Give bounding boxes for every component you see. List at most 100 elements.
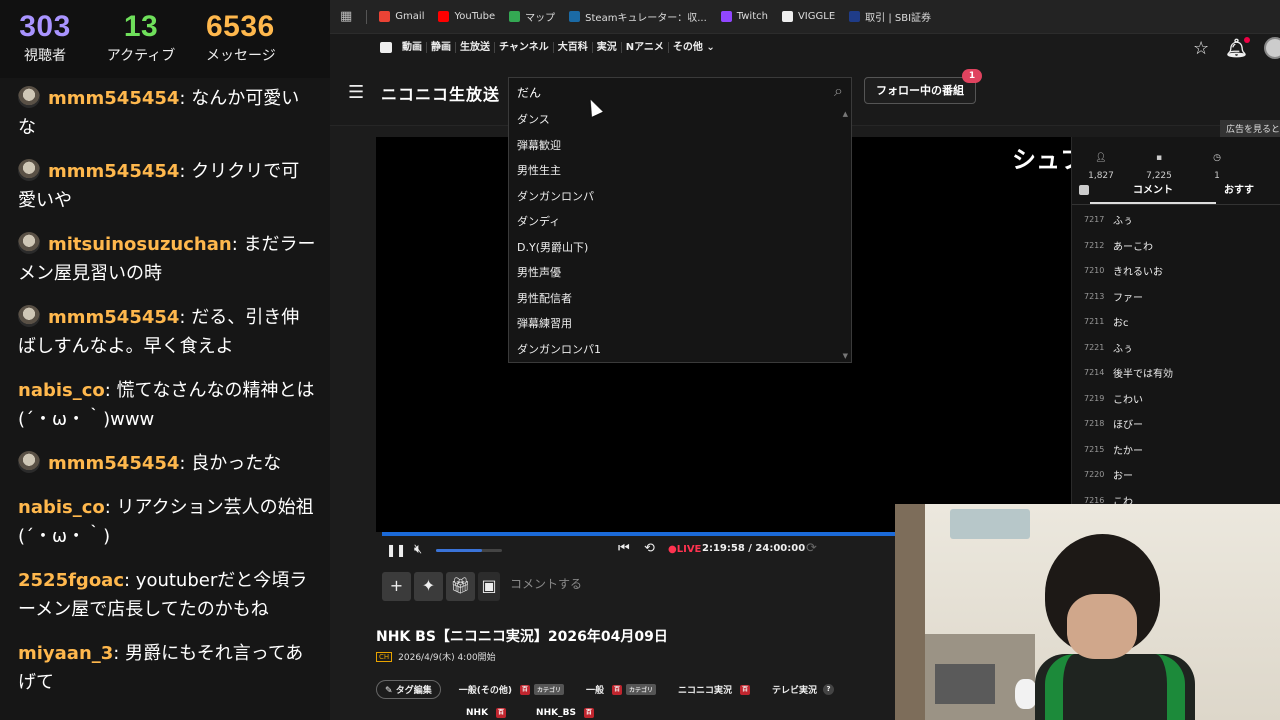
search-input-value[interactable]: だん <box>517 84 541 101</box>
stream-stats: 303 視聴者 13 アクティブ 6536 メッセージ <box>0 0 330 78</box>
suggestion-item[interactable]: 弾幕練習用 <box>509 311 851 337</box>
bookmark-item[interactable]: VIGGLE <box>781 9 835 24</box>
maps-icon <box>509 11 521 22</box>
chat-username: mmm545454 <box>48 307 180 328</box>
tag-edit-button[interactable]: ✎ タグ編集 <box>376 680 441 699</box>
rewind-icon[interactable]: ⟲ <box>644 541 655 556</box>
add-icon[interactable]: + <box>382 571 411 601</box>
comment-row[interactable]: 7212 あーこわ <box>1072 233 1280 259</box>
tab-comments[interactable]: コメント <box>1090 179 1216 204</box>
scroll-up-arrow-icon[interactable]: ▲ <box>843 110 848 118</box>
suggestion-item[interactable]: 男性生主 <box>509 158 851 184</box>
steam-icon <box>569 11 581 22</box>
chat-message: mitsuinosuzuchan: まだラーメン屋見習いの時 <box>18 230 316 288</box>
comment-row[interactable]: 7220 おー <box>1072 462 1280 488</box>
help-icon[interactable]: ? <box>823 684 835 695</box>
live-indicator[interactable]: ●LIVE <box>668 544 701 555</box>
search-input[interactable]: だん ⌕ <box>508 77 852 107</box>
bookmark-item[interactable]: 取引 | SBI証券 <box>849 9 931 24</box>
comment-row[interactable]: 7211 おc <box>1072 309 1280 335</box>
user-avatar[interactable] <box>1264 37 1280 59</box>
comment-row[interactable]: 7218 ほびー <box>1072 411 1280 437</box>
chat-username: miyaan_3 <box>18 643 114 664</box>
suggestion-item[interactable]: 男性配信者 <box>509 286 851 312</box>
dictionary-icon[interactable]: 百 <box>519 684 530 695</box>
tag-label: 一般(その他) <box>458 686 512 696</box>
suggestion-item[interactable]: ダンガンロンパ <box>509 184 851 210</box>
tab-recommend[interactable]: おすす <box>1216 179 1254 204</box>
chat-message: nabis_co: リアクション芸人の始祖(´・ω・｀) <box>18 493 316 551</box>
tag-item[interactable]: NHK 百 <box>466 708 507 718</box>
channel-badge: CH <box>376 651 393 662</box>
nav-items: 動画 静画 生放送 チャンネル 大百科 実況 Nアニメ その他 ⌄ <box>398 42 719 53</box>
comment-row[interactable]: 7210 きれるいお <box>1072 258 1280 284</box>
volume-slider[interactable] <box>436 549 502 552</box>
suggestion-item[interactable]: 弾幕歓迎 <box>509 133 851 159</box>
chat-username: nabis_co <box>18 497 105 518</box>
comment-row[interactable]: 7221 ふぅ <box>1072 335 1280 361</box>
tag-item[interactable]: テレビ実況? <box>772 683 835 696</box>
comment-text: たかー <box>1113 445 1143 457</box>
tag-item[interactable]: 一般(その他) 百カテゴリ <box>459 683 564 696</box>
nav-item[interactable]: 実況 <box>593 42 622 53</box>
following-programs-button[interactable]: フォロー中の番組 1 <box>864 69 982 104</box>
comment-row[interactable]: 7217 ふぅ <box>1072 207 1280 233</box>
comment-settings-icon[interactable]: ▣ <box>478 571 500 601</box>
nav-item[interactable]: 動画 <box>398 42 427 53</box>
scroll-down-arrow-icon[interactable]: ▼ <box>843 352 848 360</box>
bookmark-item[interactable]: マップ <box>509 9 555 24</box>
comment-row[interactable]: 7219 こわい <box>1072 386 1280 412</box>
hamburger-menu-icon[interactable]: ☰ <box>348 82 364 103</box>
bookmark-item[interactable]: YouTube <box>438 9 495 24</box>
apps-grid-icon[interactable]: ▦ <box>340 9 352 24</box>
playback-progress-bar[interactable] <box>382 532 902 536</box>
bookmark-item[interactable]: Steamキュレーター：収... <box>569 9 707 24</box>
suggestion-item[interactable]: ダンス <box>509 107 851 133</box>
comment-row[interactable]: 7215 たかー <box>1072 437 1280 463</box>
nav-item[interactable]: 静画 <box>427 42 456 53</box>
dictionary-icon[interactable]: 百 <box>583 708 594 718</box>
chat-message-list: mmm545454: なんか可愛いな mmm545454: クリクリで可愛いや mi… <box>0 78 330 697</box>
ad-note[interactable]: 広告を見ると <box>1220 120 1280 137</box>
player-controls: ❚❚ 🔇︎ ⏮︎ ⟲ ●LIVE 2:19:58 / 24:00:00 ⟳ <box>376 540 896 562</box>
memo-icon[interactable] <box>1079 185 1089 195</box>
comment-row[interactable]: 7213 ファー <box>1072 284 1280 310</box>
site-logo[interactable]: ニコニコ生放送 <box>381 81 500 105</box>
bookmark-item[interactable]: Twitch <box>720 9 768 24</box>
dictionary-icon[interactable]: 百 <box>740 684 750 695</box>
skip-back-icon[interactable]: ⏮︎ <box>618 541 630 556</box>
bookmark-item[interactable]: Gmail <box>379 9 424 24</box>
webcam-person-face <box>1067 594 1137 659</box>
comment-number: 7215 <box>1084 444 1105 454</box>
search-icon[interactable]: ⌕ <box>834 81 843 101</box>
suggestion-list: ダンス 弾幕歓迎 男性生主 ダンガンロンパ ダンディ D.Y(男爵山下) 男性声優 男性配信者… <box>509 107 851 362</box>
forward-icon[interactable]: ⟳ <box>806 541 817 556</box>
comment-row[interactable]: 7214 後半では有効 <box>1072 360 1280 386</box>
bookmark-label: Gmail <box>395 11 425 22</box>
pause-icon[interactable]: ❚❚ <box>386 543 406 557</box>
tag-item[interactable]: NHK_BS 百 <box>536 708 594 718</box>
nicoad-icon[interactable]: ✦ <box>414 571 443 601</box>
sbi-icon <box>849 11 861 22</box>
suggestion-item[interactable]: ダンディ <box>509 209 851 235</box>
bell-icon[interactable]: 🔔︎ <box>1225 36 1250 59</box>
comment-input[interactable]: コメントする <box>510 575 582 592</box>
dictionary-icon[interactable]: 百 <box>496 708 507 718</box>
star-icon[interactable]: ☆ <box>1193 38 1209 59</box>
nav-item[interactable]: Nアニメ <box>622 42 669 53</box>
tag-item[interactable]: ニコニコ実況百 <box>678 683 750 696</box>
follow-count-badge: 1 <box>962 69 982 83</box>
tag-item[interactable]: 一般百カテゴリ <box>586 683 656 696</box>
dictionary-icon[interactable]: 百 <box>611 684 622 695</box>
user-avatar-icon <box>18 232 40 254</box>
mute-icon[interactable]: 🔇︎ <box>414 542 422 557</box>
suggestion-item[interactable]: 男性声優 <box>509 260 851 286</box>
niconico-home-icon[interactable] <box>380 42 392 53</box>
nav-item[interactable]: 大百科 <box>554 42 593 53</box>
nav-item[interactable]: 生放送 <box>456 42 495 53</box>
suggestion-item[interactable]: ダンガンロンパ1 <box>509 337 851 363</box>
nav-item[interactable]: チャンネル <box>495 42 554 53</box>
gift-icon[interactable]: 🎁︎ <box>446 571 475 601</box>
suggestion-item[interactable]: D.Y(男爵山下) <box>509 235 851 261</box>
nav-item[interactable]: その他 ⌄ <box>669 42 719 53</box>
